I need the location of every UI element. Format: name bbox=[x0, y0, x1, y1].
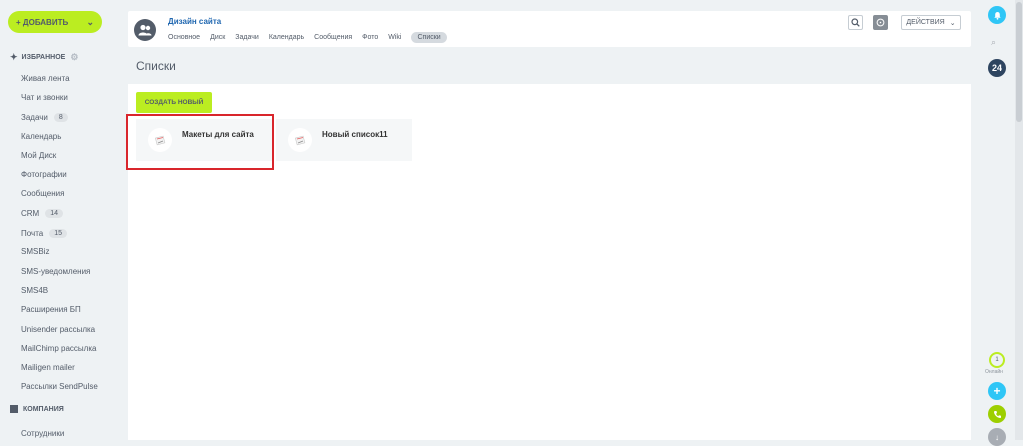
tasks-counter-badge: 8 bbox=[53, 112, 68, 122]
tab-lists[interactable]: Списки bbox=[411, 32, 447, 43]
group-avatar[interactable] bbox=[134, 19, 156, 41]
sidebar-item-label: SMS-уведомления bbox=[21, 266, 91, 276]
chevron-down-icon: ⌄ bbox=[949, 19, 956, 27]
search-icon bbox=[851, 18, 860, 27]
add-button[interactable]: + ДОБАВИТЬ ⌄ bbox=[8, 11, 102, 33]
sidebar-item-label: Рассылки SendPulse bbox=[21, 381, 98, 391]
sidebar-item-label: SMS4B bbox=[21, 285, 49, 295]
sidebar-item-label: Сообщения bbox=[21, 188, 65, 198]
tab-messages[interactable]: Сообщения bbox=[314, 34, 352, 41]
favorites-label: ИЗБРАННОЕ bbox=[21, 54, 66, 61]
info-button[interactable] bbox=[873, 15, 888, 30]
sidebar-item-employees[interactable]: Сотрудники bbox=[21, 426, 64, 440]
mail-counter-badge: 15 bbox=[49, 228, 68, 238]
sidebar-item-photos[interactable]: Фотографии bbox=[21, 167, 67, 181]
crm-counter-badge: 14 bbox=[45, 208, 64, 218]
sidebar-item-label: CRM bbox=[21, 208, 40, 218]
search-button[interactable] bbox=[848, 15, 863, 30]
tab-disk[interactable]: Диск bbox=[210, 34, 225, 41]
left-sidebar: + ДОБАВИТЬ ⌄ ✦ ИЗБРАННОЕ ⚙ Живая лента Ч… bbox=[0, 0, 122, 440]
phone-button[interactable] bbox=[988, 405, 1006, 423]
list-card-new-list11[interactable]: Новый список11 bbox=[276, 119, 412, 161]
sidebar-item-label: Почта bbox=[21, 228, 44, 238]
sidebar-item-sms4b[interactable]: SMS4B bbox=[21, 283, 48, 297]
sidebar-item-tasks[interactable]: Задачи 8 bbox=[21, 110, 68, 124]
page-title: Списки bbox=[136, 59, 176, 73]
sidebar-item-feed[interactable]: Живая лента bbox=[21, 71, 70, 85]
clock-icon bbox=[876, 18, 885, 27]
create-list-button[interactable]: СОЗДАТЬ НОВЫЙ bbox=[136, 92, 212, 113]
list-name: Новый список11 bbox=[322, 130, 388, 139]
sidebar-item-label: Сотрудники bbox=[21, 428, 65, 438]
sidebar-item-label: Чат и звонки bbox=[21, 92, 68, 102]
sidebar-item-label: Расширения БП bbox=[21, 304, 81, 314]
more-circle-button[interactable]: ↓ bbox=[988, 428, 1006, 446]
company-header[interactable]: КОМПАНИЯ bbox=[10, 405, 64, 413]
bell-icon bbox=[993, 11, 1001, 20]
actions-label: ДЕЙСТВИЯ bbox=[906, 19, 945, 26]
online-counter[interactable]: 1 bbox=[989, 352, 1005, 368]
tab-wiki[interactable]: Wiki bbox=[388, 34, 401, 41]
tab-photos[interactable]: Фото bbox=[362, 34, 378, 41]
gear-icon[interactable]: ⚙ bbox=[70, 52, 78, 63]
sidebar-item-calendar[interactable]: Календарь bbox=[21, 129, 61, 143]
notifications-button[interactable] bbox=[988, 6, 1006, 24]
sidebar-item-sms-notifications[interactable]: SMS-уведомления bbox=[21, 264, 90, 278]
users-icon bbox=[138, 24, 152, 36]
sidebar-item-chat[interactable]: Чат и звонки bbox=[21, 90, 68, 104]
highlight-box bbox=[126, 114, 274, 170]
sidebar-item-mailigen[interactable]: Mailigen mailer bbox=[21, 360, 75, 374]
add-button-label: + ДОБАВИТЬ bbox=[16, 17, 69, 27]
bitrix24-badge[interactable]: 24 bbox=[988, 59, 1006, 77]
sidebar-item-label: MailChimp рассылка bbox=[21, 343, 97, 353]
search-icon[interactable]: ⌕ bbox=[991, 37, 996, 48]
pin-icon: ✦ bbox=[10, 52, 18, 62]
sidebar-item-mailchimp[interactable]: MailChimp рассылка bbox=[21, 341, 96, 355]
favorites-header[interactable]: ✦ ИЗБРАННОЕ ⚙ bbox=[10, 52, 78, 63]
building-icon bbox=[10, 405, 18, 413]
tab-calendar[interactable]: Календарь bbox=[269, 34, 304, 41]
sidebar-item-crm[interactable]: CRM 14 bbox=[21, 206, 64, 220]
chevron-down-icon: ⌄ bbox=[86, 16, 94, 27]
add-circle-button[interactable]: + bbox=[988, 382, 1006, 400]
group-header: Дизайн сайта Основное Диск Задачи Календ… bbox=[128, 11, 971, 47]
notepad-icon bbox=[294, 135, 306, 146]
actions-button[interactable]: ДЕЙСТВИЯ ⌄ bbox=[901, 15, 961, 30]
sidebar-item-mail[interactable]: Почта 15 bbox=[21, 226, 68, 240]
sidebar-item-label: Unisender рассылка bbox=[21, 324, 96, 334]
sidebar-item-unisender[interactable]: Unisender рассылка bbox=[21, 322, 95, 336]
plus-icon: + bbox=[993, 384, 1001, 398]
list-icon bbox=[288, 128, 312, 152]
group-title[interactable]: Дизайн сайта bbox=[168, 17, 221, 26]
group-nav: Основное Диск Задачи Календарь Сообщения… bbox=[168, 32, 457, 43]
sidebar-item-label: Мой Диск bbox=[21, 150, 57, 160]
tab-main[interactable]: Основное bbox=[168, 34, 200, 41]
sidebar-item-disk[interactable]: Мой Диск bbox=[21, 148, 56, 162]
sidebar-item-smsbiz[interactable]: SMSBiz bbox=[21, 244, 49, 258]
arrow-icon: ↓ bbox=[995, 432, 999, 442]
sidebar-item-label: Календарь bbox=[21, 131, 62, 141]
sidebar-item-label: Фотографии bbox=[21, 169, 67, 179]
sidebar-item-label: Mailigen mailer bbox=[21, 362, 75, 372]
sidebar-item-messages[interactable]: Сообщения bbox=[21, 186, 64, 200]
tab-tasks[interactable]: Задачи bbox=[235, 34, 259, 41]
phone-icon bbox=[993, 410, 1001, 418]
sidebar-item-label: SMSBiz bbox=[21, 246, 50, 256]
sidebar-item-label: Живая лента bbox=[21, 73, 70, 83]
online-label: Онлайн bbox=[985, 369, 1003, 375]
scrollbar-thumb[interactable] bbox=[1016, 2, 1022, 122]
sidebar-item-label: Задачи bbox=[21, 112, 48, 122]
company-label: КОМПАНИЯ bbox=[23, 405, 64, 413]
sidebar-item-sendpulse[interactable]: Рассылки SendPulse bbox=[21, 379, 98, 393]
sidebar-item-bp-extensions[interactable]: Расширения БП bbox=[21, 302, 81, 316]
